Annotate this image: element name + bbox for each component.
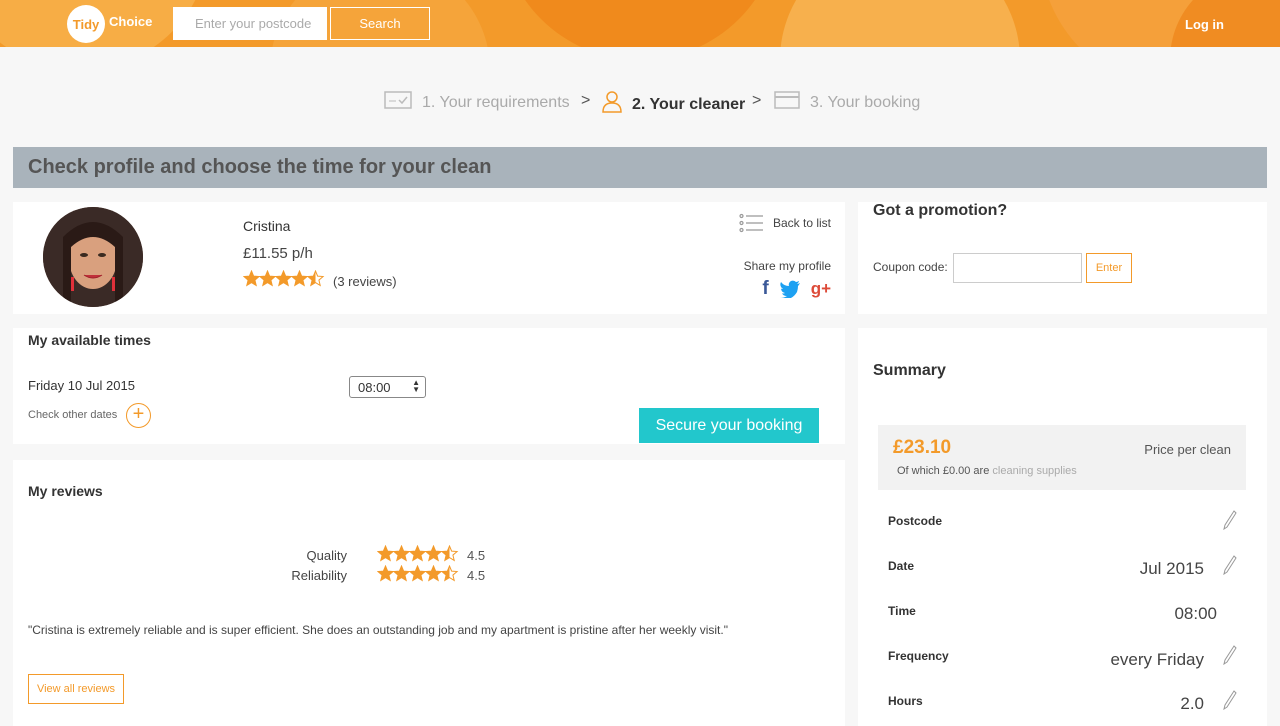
hours-value: 2.0 xyxy=(1180,694,1204,713)
available-date: Friday 10 Jul 2015 xyxy=(28,378,135,393)
promotion-title: Got a promotion? xyxy=(873,202,1008,219)
person-icon xyxy=(602,91,622,118)
step-label: 2. Your cleaner xyxy=(632,95,746,113)
time-select[interactable]: 08:00 ▲ ▼ xyxy=(349,376,426,398)
progress-steps: 1. Your requirements > 2. Your cleaner >… xyxy=(0,86,1280,118)
star-fill xyxy=(259,271,276,286)
logo-badge[interactable]: Tidy xyxy=(67,5,105,43)
step-separator: > xyxy=(752,92,762,109)
add-circle-icon[interactable]: + xyxy=(126,403,151,428)
review-quote: "Cristina is extremely reliable and is s… xyxy=(28,623,728,637)
cleaner-rate: £11.55 p/h xyxy=(243,245,313,262)
google-plus-icon[interactable]: g+ xyxy=(811,279,831,299)
time-label: Time xyxy=(888,604,916,618)
share-profile-label: Share my profile xyxy=(743,259,831,273)
summary-panel: Summary £23.10 Price per clean Of which … xyxy=(858,328,1267,726)
star-fill xyxy=(409,566,426,581)
summary-title: Summary xyxy=(873,362,946,379)
star-fill xyxy=(425,566,442,581)
hours-label: Hours xyxy=(888,694,923,708)
availability-title: My available times xyxy=(28,332,151,348)
cleaner-avatar xyxy=(43,207,143,307)
star-fill xyxy=(291,271,308,286)
quality-label: Quality xyxy=(306,548,347,563)
login-link[interactable]: Log in xyxy=(1185,17,1224,32)
supplies-prefix: Of which £0.00 are xyxy=(897,465,990,477)
postcode-input[interactable] xyxy=(173,7,327,40)
star-fill xyxy=(393,546,410,561)
page-title-bar: Check profile and choose the time for yo… xyxy=(13,147,1267,188)
price-label: Price per clean xyxy=(1144,442,1231,457)
coupon-input[interactable] xyxy=(953,253,1082,283)
quality-stars xyxy=(376,544,459,567)
coupon-enter-button[interactable]: Enter xyxy=(1086,253,1132,283)
top-header: Tidy Choice Search Log in xyxy=(0,0,1280,47)
back-to-list-label: Back to list xyxy=(772,216,831,230)
social-share-links: f g+ xyxy=(762,278,831,300)
twitter-icon[interactable] xyxy=(779,280,801,298)
quality-score: 4.5 xyxy=(467,548,486,563)
reliability-label: Reliability xyxy=(291,568,347,583)
step-label: 3. Your booking xyxy=(810,93,921,111)
check-other-dates-label: Check other dates xyxy=(28,409,118,421)
time-select-value: 08:00 xyxy=(358,380,391,395)
edit-frequency-pencil-icon[interactable] xyxy=(1223,645,1237,665)
availability-panel: My available times Friday 10 Jul 2015 08… xyxy=(13,328,845,444)
postcode-label: Postcode xyxy=(888,514,943,528)
star-fill xyxy=(377,566,394,581)
rating-stars xyxy=(242,269,325,292)
cleaning-supplies-link[interactable]: cleaning supplies xyxy=(992,465,1076,477)
edit-hours-pencil-icon[interactable] xyxy=(1223,690,1237,710)
supplies-note: Of which £0.00 are cleaning supplies xyxy=(897,465,1077,477)
reviews-panel: My reviews Quality 4.5 Reliability 4.5 "… xyxy=(13,460,845,726)
reliability-stars xyxy=(376,564,459,587)
frequency-value: every Friday xyxy=(1110,650,1204,669)
frequency-label: Frequency xyxy=(888,649,949,663)
star-fill xyxy=(425,546,442,561)
profile-panel: Cristina £11.55 p/h (3 reviews) Back to … xyxy=(13,202,845,314)
review-count: (3 reviews) xyxy=(333,274,397,289)
facebook-icon[interactable]: f xyxy=(762,278,768,300)
time-value: 08:00 xyxy=(1174,604,1217,623)
step-requirements: 1. Your requirements xyxy=(384,91,570,114)
reliability-score: 4.5 xyxy=(467,568,486,583)
reviews-title: My reviews xyxy=(28,483,103,499)
star-fill xyxy=(409,546,426,561)
cleaner-name: Cristina xyxy=(243,218,291,234)
step-booking: 3. Your booking xyxy=(774,91,920,114)
secure-booking-button[interactable]: Secure your booking xyxy=(639,408,819,443)
price-box: £23.10 Price per clean Of which £0.00 ar… xyxy=(878,425,1246,490)
credit-card-icon xyxy=(774,91,800,114)
price-value: £23.10 xyxy=(893,437,952,458)
coupon-label: Coupon code: xyxy=(873,260,948,274)
list-icon xyxy=(739,213,763,233)
date-value: Jul 2015 xyxy=(1139,559,1204,578)
view-all-reviews-button[interactable]: View all reviews xyxy=(28,674,124,704)
checklist-card-icon xyxy=(384,91,412,114)
search-button[interactable]: Search xyxy=(330,7,430,40)
step-label: 1. Your requirements xyxy=(422,93,570,111)
date-label: Date xyxy=(888,559,915,573)
star-fill xyxy=(275,271,292,286)
edit-date-pencil-icon[interactable] xyxy=(1223,555,1237,575)
step-cleaner: 2. Your cleaner xyxy=(602,91,745,118)
star-fill xyxy=(377,546,394,561)
step-separator: > xyxy=(581,92,591,109)
promotion-panel: Got a promotion? Coupon code: Enter xyxy=(858,202,1267,314)
edit-postcode-pencil-icon[interactable] xyxy=(1223,510,1237,530)
star-fill xyxy=(393,566,410,581)
star-fill xyxy=(243,271,260,286)
page-title: Check profile and choose the time for yo… xyxy=(28,156,492,178)
back-to-list-link[interactable]: Back to list xyxy=(739,213,831,233)
logo-text[interactable]: Choice xyxy=(109,14,152,29)
select-arrows-icon: ▲ ▼ xyxy=(412,378,420,394)
